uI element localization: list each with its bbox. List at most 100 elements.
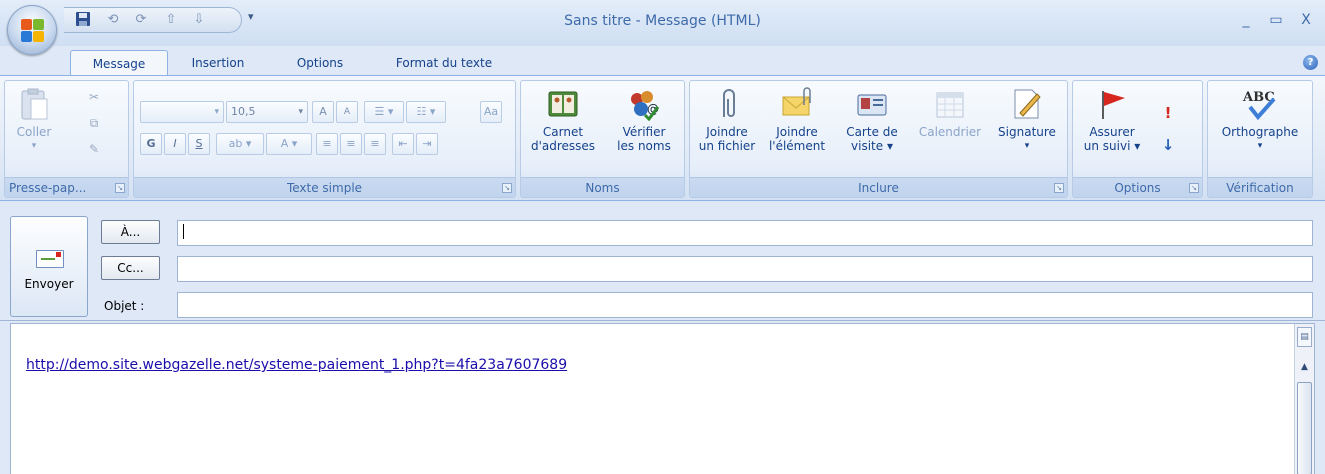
follow-up-button[interactable]: Assurer un suivi ▾: [1077, 81, 1147, 153]
signature-arrow-icon: ▾: [1024, 141, 1030, 151]
low-importance-icon[interactable]: ↓: [1159, 135, 1177, 155]
spelling-button[interactable]: ABC Orthographe ▾: [1208, 81, 1312, 153]
group-label-clipboard: Presse-pap...: [5, 177, 128, 197]
signature-button[interactable]: Signature ▾: [990, 81, 1064, 153]
cc-field[interactable]: [177, 256, 1313, 282]
business-card-label-2: visite ▾: [851, 139, 893, 153]
group-label-basic-text: Texte simple: [134, 177, 515, 197]
tab-format-text[interactable]: Format du texte: [380, 50, 508, 76]
scroll-thumb[interactable]: [1297, 382, 1312, 474]
cut-icon[interactable]: ✂: [85, 87, 103, 107]
numbering-button[interactable]: ☷ ▾: [406, 101, 446, 123]
italic-button[interactable]: I: [164, 133, 186, 155]
address-book-icon: [546, 87, 580, 121]
group-options: Assurer un suivi ▾ ! ↓ Options ↘: [1072, 80, 1203, 198]
paste-button[interactable]: Coller ▾: [9, 81, 59, 153]
options-launcher-icon[interactable]: ↘: [1189, 183, 1199, 193]
scroll-up-icon[interactable]: ▲: [1297, 359, 1312, 375]
save-icon[interactable]: [74, 11, 92, 29]
cc-button[interactable]: Cc...: [101, 256, 160, 280]
tab-message[interactable]: Message: [70, 50, 168, 76]
styles-button[interactable]: Aa: [480, 101, 502, 123]
increase-indent-button[interactable]: ⇥: [416, 133, 438, 155]
group-basic-text: ▾ 10,5 ▾ A A ☰ ▾ ☷ ▾ Aa G I S ab ▾ A ▾ ≡…: [133, 80, 516, 198]
vertical-scrollbar[interactable]: ▤ ▲: [1294, 324, 1314, 474]
close-button[interactable]: X: [1296, 12, 1316, 28]
business-card-label-1: Carte de: [846, 125, 898, 139]
group-label-names: Noms: [521, 177, 684, 197]
spelling-check-icon: ABC: [1240, 87, 1280, 121]
flag-icon: [1095, 87, 1129, 121]
ribbon: Coller ▾ ✂ ⧉ ✎ Presse-pap... ↘ ▾ 10,5 ▾ …: [0, 75, 1325, 201]
font-color-button[interactable]: A ▾: [266, 133, 312, 155]
align-left-button[interactable]: ≡: [316, 133, 338, 155]
paperclip-icon: [710, 87, 744, 121]
send-button[interactable]: Envoyer: [10, 216, 88, 317]
copy-icon[interactable]: ⧉: [85, 113, 103, 133]
group-clipboard: Coller ▾ ✂ ⧉ ✎ Presse-pap... ↘: [4, 80, 129, 198]
address-book-label-1: Carnet: [542, 125, 584, 139]
font-size-arrow-icon: ▾: [298, 107, 303, 117]
basic-text-launcher-icon[interactable]: ↘: [502, 183, 512, 193]
high-importance-icon[interactable]: !: [1159, 103, 1177, 123]
check-names-label-2: les noms: [617, 139, 671, 153]
attach-item-button[interactable]: Joindre l'élément: [762, 81, 832, 153]
highlight-button[interactable]: ab ▾: [216, 133, 264, 155]
send-envelope-icon: [36, 250, 64, 268]
message-header: Envoyer À... Cc... Objet :: [0, 201, 1325, 321]
group-label-options: Options: [1073, 177, 1202, 197]
maximize-button[interactable]: ▭: [1266, 12, 1286, 28]
shrink-font-button[interactable]: A: [336, 101, 358, 123]
calendar-button[interactable]: Calendrier: [912, 81, 988, 139]
calendar-label: Calendrier: [918, 125, 982, 139]
to-button[interactable]: À...: [101, 220, 160, 244]
redo-icon[interactable]: ⟳: [132, 11, 150, 29]
business-card-icon: [855, 87, 889, 121]
address-book-label-2: d'adresses: [530, 139, 596, 153]
align-right-button[interactable]: ≡: [364, 133, 386, 155]
attach-file-button[interactable]: Joindre un fichier: [696, 81, 758, 153]
minimize-button[interactable]: _: [1236, 12, 1256, 28]
tab-options[interactable]: Options: [280, 50, 360, 76]
check-names-icon: @: [627, 87, 661, 122]
office-button[interactable]: [7, 5, 57, 55]
subject-label: Objet :: [104, 299, 145, 313]
clipboard-launcher-icon[interactable]: ↘: [115, 183, 125, 193]
font-name-combo[interactable]: ▾: [140, 101, 224, 123]
up-arrow-icon[interactable]: ⇧: [162, 11, 180, 29]
attach-item-icon: [780, 87, 814, 121]
font-size-combo[interactable]: 10,5 ▾: [226, 101, 308, 123]
tab-insertion[interactable]: Insertion: [178, 50, 258, 76]
group-proofing: ABC Orthographe ▾ Vérification: [1207, 80, 1313, 198]
body-link[interactable]: http://demo.site.webgazelle.net/systeme-…: [26, 357, 567, 373]
address-book-button[interactable]: Carnet d'adresses: [525, 81, 601, 153]
font-name-arrow-icon: ▾: [214, 107, 219, 117]
decrease-indent-button[interactable]: ⇤: [392, 133, 414, 155]
follow-up-label-1: Assurer: [1089, 125, 1135, 139]
bold-button[interactable]: G: [140, 133, 162, 155]
grow-font-button[interactable]: A: [312, 101, 334, 123]
underline-button[interactable]: S: [188, 133, 210, 155]
to-field[interactable]: [177, 220, 1313, 246]
signature-label: Signature: [998, 125, 1056, 139]
font-size-value: 10,5: [231, 105, 256, 118]
paste-icon: [17, 87, 51, 121]
align-center-button[interactable]: ≡: [340, 133, 362, 155]
check-names-button[interactable]: @ Vérifier les noms: [607, 81, 681, 153]
ruler-toggle-icon[interactable]: ▤: [1297, 327, 1312, 347]
subject-field[interactable]: [177, 292, 1313, 318]
include-launcher-icon[interactable]: ↘: [1054, 183, 1064, 193]
qat-customize-icon[interactable]: ▾: [248, 10, 254, 23]
undo-icon[interactable]: ⟲: [104, 11, 122, 29]
help-icon[interactable]: ?: [1303, 55, 1318, 70]
down-arrow-icon[interactable]: ⇩: [190, 11, 208, 29]
bullets-button[interactable]: ☰ ▾: [364, 101, 404, 123]
attach-item-label-2: l'élément: [768, 139, 826, 153]
format-painter-icon[interactable]: ✎: [85, 139, 103, 159]
office-logo-icon: [21, 19, 45, 43]
calendar-icon: [933, 87, 967, 121]
title-bar: Sans titre - Message (HTML) ⟲ ⟳ ⇧ ⇩ ▾ _ …: [0, 0, 1325, 46]
group-include: Joindre un fichier Joindre l'élément Car…: [689, 80, 1068, 198]
message-body[interactable]: http://demo.site.webgazelle.net/systeme-…: [10, 323, 1315, 474]
business-card-button[interactable]: Carte de visite ▾: [836, 81, 908, 153]
